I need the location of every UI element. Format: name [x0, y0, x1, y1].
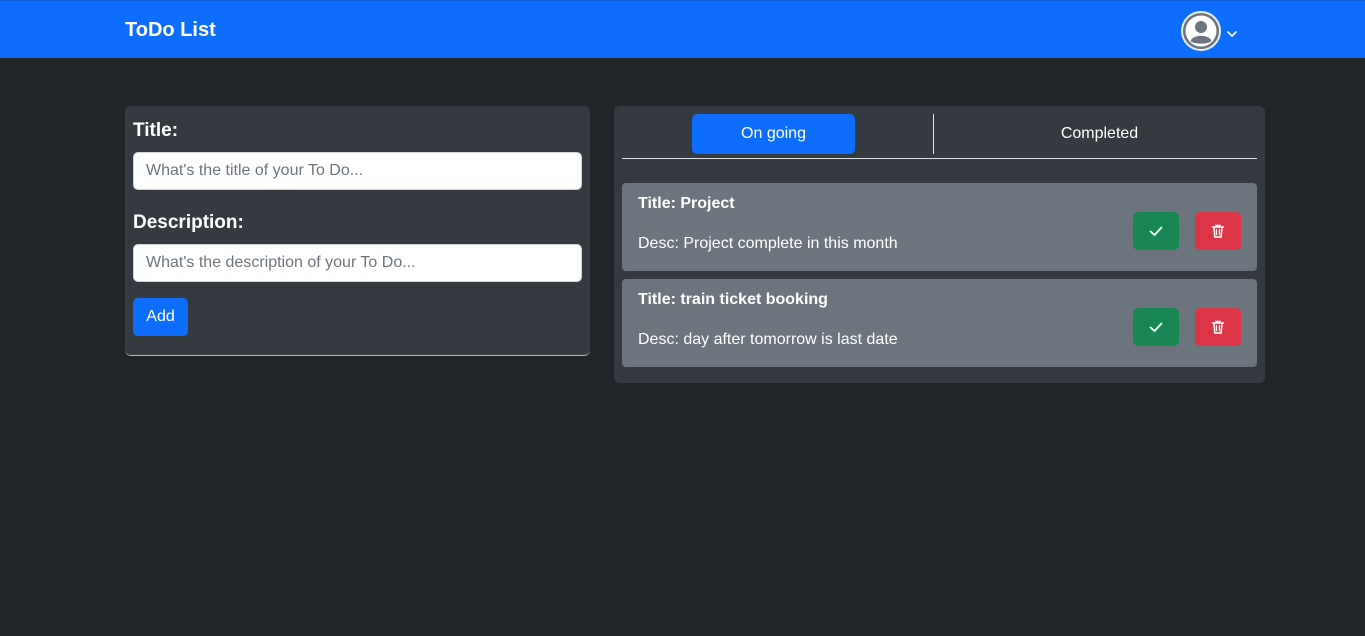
todo-item: Title: Project Desc: Project complete in…	[622, 183, 1257, 271]
todo-description: Desc: day after tomorrow is last date	[638, 331, 898, 348]
tab-underline	[622, 158, 1257, 159]
add-button[interactable]: Add	[133, 298, 188, 336]
delete-button[interactable]	[1195, 212, 1241, 250]
todo-title: Title: Project	[638, 195, 735, 212]
todo-item: Title: train ticket booking Desc: day af…	[622, 279, 1257, 367]
todo-description: Desc: Project complete in this month	[638, 235, 898, 252]
check-icon	[1149, 226, 1163, 236]
complete-button[interactable]	[1133, 308, 1179, 346]
profile-dropdown[interactable]	[1181, 11, 1243, 51]
title-label: Title:	[133, 120, 179, 141]
trash-icon	[1211, 224, 1225, 238]
title-input[interactable]	[133, 152, 582, 190]
chevron-down-icon	[1227, 31, 1237, 37]
user-circle-icon	[1181, 11, 1221, 51]
description-input[interactable]	[133, 244, 582, 282]
navbar: ToDo List	[0, 0, 1365, 58]
complete-button[interactable]	[1133, 212, 1179, 250]
delete-button[interactable]	[1195, 308, 1241, 346]
check-icon	[1149, 322, 1163, 332]
tab-completed[interactable]: Completed	[934, 114, 1265, 154]
tab-ongoing[interactable]: On going	[692, 114, 855, 154]
trash-icon	[1211, 320, 1225, 334]
todo-form: Title: Description: Add	[125, 106, 590, 356]
brand-title[interactable]: ToDo List	[125, 19, 216, 42]
description-label: Description:	[133, 212, 244, 233]
todo-list-panel: On going Completed Title: Project Desc: …	[614, 106, 1265, 383]
todo-title: Title: train ticket booking	[638, 291, 828, 308]
